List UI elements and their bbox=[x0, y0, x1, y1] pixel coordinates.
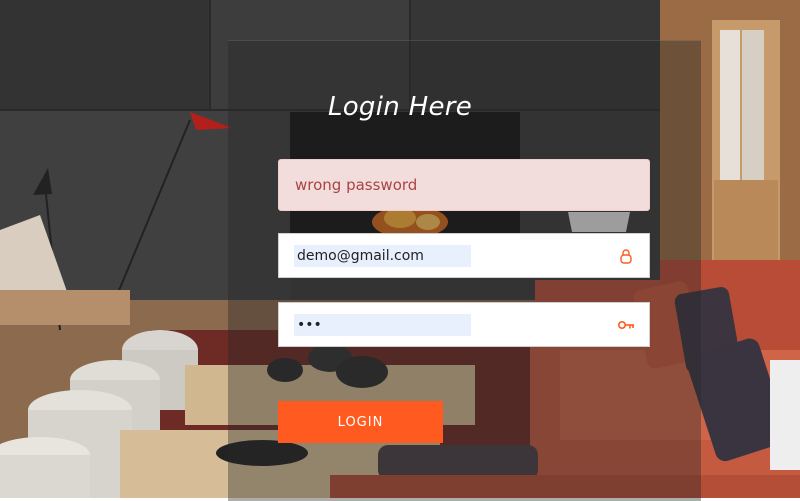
error-message: wrong password bbox=[295, 176, 418, 194]
login-button[interactable]: LOGIN bbox=[278, 401, 443, 443]
password-input[interactable] bbox=[294, 314, 471, 336]
error-alert: wrong password bbox=[278, 159, 650, 211]
user-icon bbox=[617, 247, 635, 265]
email-input[interactable] bbox=[294, 245, 471, 267]
key-icon bbox=[617, 316, 635, 334]
email-field[interactable] bbox=[278, 233, 650, 278]
page-title: Login Here bbox=[327, 92, 473, 122]
password-field[interactable] bbox=[278, 302, 650, 347]
